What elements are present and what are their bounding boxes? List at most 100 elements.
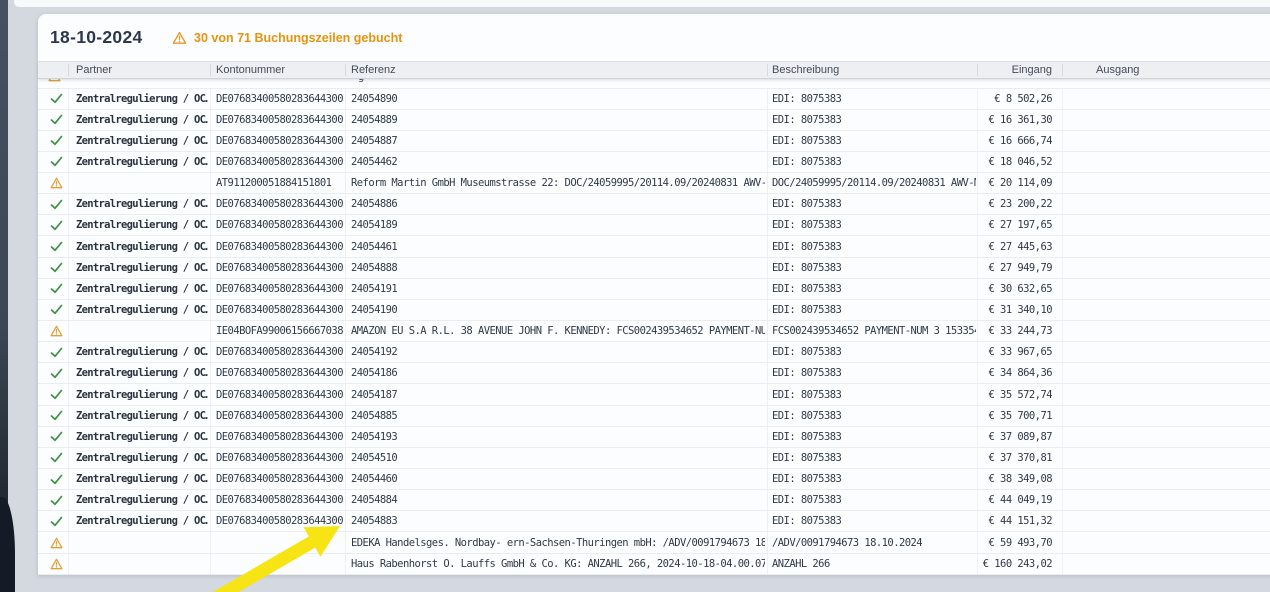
table-row[interactable]: Zentralregulierung / OC…DE07683400580283… xyxy=(38,511,1270,532)
table-row[interactable]: EDEKA Handelsges. Nordbay- ern-Sachsen-T… xyxy=(38,532,1270,553)
column-header-ausgang[interactable]: Ausgang xyxy=(1096,62,1139,78)
table-row[interactable]: Zentralregulierung / OC… DE07683400580283… xyxy=(38,258,1270,279)
cell-eingang: € 16 666,74 xyxy=(977,131,1052,151)
table-row[interactable]: Zentralregulierung / OC…DE07683400580283… xyxy=(38,406,1270,427)
check-icon xyxy=(48,89,64,109)
cell-partner: Zentralregulierung / OC… xyxy=(76,258,208,278)
cell-referenz: 24054890 xyxy=(351,89,765,109)
cell-referenz: 24054883 xyxy=(351,511,765,531)
table-row[interactable]: Zentralregulierung / OC…DE07683400580283… xyxy=(38,427,1270,448)
cell-referenz: 24054885 xyxy=(351,406,765,426)
table-row[interactable]: Zentralregulierung / OC…DE07683400580283… xyxy=(38,89,1270,110)
cell-kontonummer: DE07683400580283644300 xyxy=(216,152,344,172)
cell-partner: Zentralregulierung / OC… xyxy=(76,110,208,130)
table-row[interactable]: Zentralregulierung / OC…DE07683400580283… xyxy=(38,131,1270,152)
cell-referenz: Reform Martin GmbH Museumstrasse 22: DOC… xyxy=(351,173,765,193)
cell-kontonummer: DE07683400580283644300 xyxy=(216,490,344,510)
cell-kontonummer: AT911200051884151801 xyxy=(216,173,344,193)
table-row[interactable]: Zentralregulierung / OC…DE07683400580283… xyxy=(38,300,1270,321)
cell-beschreibung: EDI: 8075383 xyxy=(772,300,976,320)
bookings-card: 18-10-2024 30 von 71 Buchungszeilen gebu… xyxy=(38,14,1270,575)
cell-partner: Zentralregulierung / OC… xyxy=(76,194,208,214)
cell-eingang: € 59 493,70 xyxy=(977,532,1052,552)
window-edge-corner xyxy=(0,497,15,592)
cell-beschreibung: EDI: 8075383 xyxy=(772,342,976,362)
cell-ausgang xyxy=(1072,427,1252,447)
cell-eingang: € 37 370,81 xyxy=(977,448,1052,468)
cell-partner: Zentralregulierung / OC… xyxy=(76,279,208,299)
warning-triangle-icon xyxy=(48,173,64,193)
table-row[interactable]: Zentralregulierung / OC… DE07683400580283… xyxy=(38,110,1270,131)
cell-referenz: 24054187 xyxy=(351,384,765,404)
table-row[interactable]: AT911200051884151801 Reform Martin GmbH M… xyxy=(38,173,1270,194)
cell-beschreibung: EDI: 8075383 xyxy=(772,511,976,531)
cell-kontonummer: DE07683400580283644300 xyxy=(216,110,344,130)
table-row[interactable]: Zentralregulierung / OC…DE07683400580283… xyxy=(38,469,1270,490)
booking-status: 30 von 71 Buchungszeilen gebucht xyxy=(172,29,402,47)
cell-beschreibung: EDI: 8075383 xyxy=(772,469,976,489)
cell-beschreibung: EDI: 8075383 xyxy=(772,406,976,426)
cell-partner: Zentralregulierung / OC… xyxy=(76,89,208,109)
cell-partner: Zentralregulierung / OC… xyxy=(76,448,208,468)
cell-kontonummer: DE07683400580283644300 xyxy=(216,469,344,489)
cell-kontonummer: DE07683400580283644300 xyxy=(216,258,344,278)
cell-referenz: Haus Rabenhorst O. Lauffs GmbH & Co. KG:… xyxy=(351,554,765,574)
table-row[interactable]: Zentralregulierung / OC…DE07683400580283… xyxy=(38,342,1270,363)
column-header-eingang[interactable]: Eingang xyxy=(977,62,1052,78)
cell-kontonummer: DE07683400580283644300 xyxy=(216,194,344,214)
cell-partner xyxy=(76,321,208,341)
cell-referenz: EDEKA Handelsges. Nordbay- ern-Sachsen-T… xyxy=(351,532,765,552)
cell-referenz: 24054191 xyxy=(351,279,765,299)
table-row[interactable]: Haus Rabenhorst O. Lauffs GmbH & Co. KG:… xyxy=(38,554,1270,575)
cell-beschreibung: EDI: 8075383 xyxy=(772,427,976,447)
column-header-referenz[interactable]: Referenz xyxy=(351,62,396,78)
cell-beschreibung: EDI: 8075383 xyxy=(772,258,976,278)
cell-beschreibung: EDI: 8075383 xyxy=(772,363,976,383)
cell-eingang: € 35 572,74 xyxy=(977,384,1052,404)
table-row[interactable]: IE04BOFA99006156667038AMAZON EU S.A R.L.… xyxy=(38,321,1270,342)
cell-partner: Zentralregulierung / OC… xyxy=(76,490,208,510)
check-icon xyxy=(48,279,64,299)
table-row[interactable]: Zentralregulierung / OC…DE07683400580283… xyxy=(38,384,1270,405)
table-row[interactable]: Zentralregulierung / OC… DE07683400580283… xyxy=(38,490,1270,511)
table-row[interactable]: Zentralregulierung / OC… DE07683400580283… xyxy=(38,194,1270,215)
partially-scrolled-row[interactable]: g xyxy=(38,79,1270,89)
cell-ausgang xyxy=(1072,363,1252,383)
table-row[interactable]: Zentralregulierung / OC… DE07683400580283… xyxy=(38,448,1270,469)
table-row[interactable]: Zentralregulierung / OC…DE07683400580283… xyxy=(38,215,1270,236)
column-header-partner[interactable]: Partner xyxy=(76,62,112,78)
cell-ausgang xyxy=(1072,342,1252,362)
cell-eingang: € 27 949,79 xyxy=(977,258,1052,278)
column-header-beschreibung[interactable]: Beschreibung xyxy=(772,62,839,78)
cell-eingang: € 20 114,09 xyxy=(977,173,1052,193)
clipped-text-fragment: g xyxy=(358,79,364,83)
column-header-kontonummer[interactable]: Kontonummer xyxy=(216,62,285,78)
table-row[interactable]: Zentralregulierung / OC…DE07683400580283… xyxy=(38,363,1270,384)
table-row[interactable]: Zentralregulierung / OC…DE07683400580283… xyxy=(38,279,1270,300)
warning-triangle-icon xyxy=(48,532,64,552)
cell-kontonummer xyxy=(216,532,344,552)
check-icon xyxy=(48,258,64,278)
cell-partner: Zentralregulierung / OC… xyxy=(76,406,208,426)
cell-beschreibung: EDI: 8075383 xyxy=(772,131,976,151)
cell-beschreibung: EDI: 8075383 xyxy=(772,490,976,510)
cell-beschreibung: ANZAHL 266 xyxy=(772,554,976,574)
cell-eingang: € 44 049,19 xyxy=(977,490,1052,510)
cell-eingang: € 38 349,08 xyxy=(977,469,1052,489)
table-row[interactable]: Zentralregulierung / OC…DE07683400580283… xyxy=(38,152,1270,173)
table-row[interactable]: Zentralregulierung / OC…DE07683400580283… xyxy=(38,236,1270,257)
cell-ausgang xyxy=(1072,258,1252,278)
warning-triangle-icon xyxy=(172,31,187,45)
cell-kontonummer: DE07683400580283644300 xyxy=(216,342,344,362)
cell-referenz: AMAZON EU S.A R.L. 38 AVENUE JOHN F. KEN… xyxy=(351,321,765,341)
cell-eingang: € 33 244,73 xyxy=(977,321,1052,341)
card-header: 18-10-2024 30 von 71 Buchungszeilen gebu… xyxy=(38,14,1270,61)
cell-beschreibung: EDI: 8075383 xyxy=(772,448,976,468)
cell-kontonummer: DE07683400580283644300 xyxy=(216,448,344,468)
cell-ausgang xyxy=(1072,236,1252,256)
cell-referenz: 24054884 xyxy=(351,490,765,510)
cell-ausgang xyxy=(1072,469,1252,489)
cell-beschreibung: EDI: 8075383 xyxy=(772,194,976,214)
cell-ausgang xyxy=(1072,279,1252,299)
cell-partner: Zentralregulierung / OC… xyxy=(76,384,208,404)
